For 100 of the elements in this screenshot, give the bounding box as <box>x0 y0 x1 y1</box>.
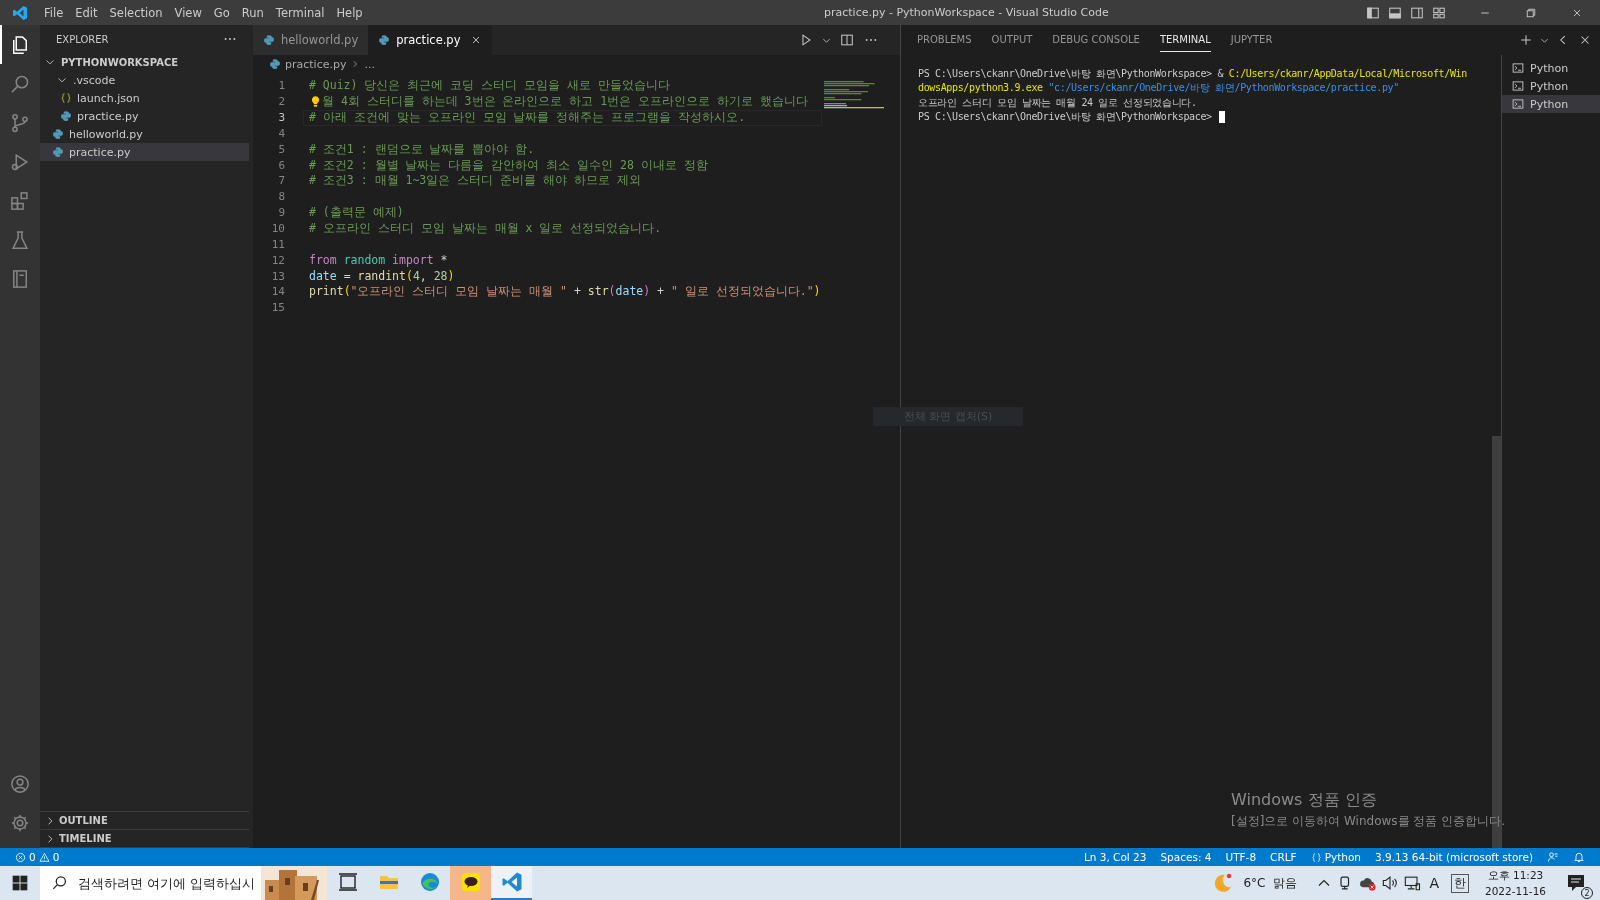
run-debug-icon[interactable] <box>10 151 30 172</box>
weather-condition: 맑음 <box>1273 874 1298 892</box>
panel-tab[interactable]: OUTPUT <box>991 28 1033 52</box>
terminal-line: 오프라인 스터디 모임 날짜는 매월 24 일로 선정되었습니다. <box>918 95 1197 110</box>
terminal-line: PS C:\Users\ckanr\OneDrive\바탕 화면\PythonWorkspace> <box>918 110 1213 125</box>
temperature: 6°C <box>1243 876 1266 890</box>
breadcrumb-item[interactable]: ... <box>364 57 375 71</box>
code-line: 월 4회 스터디를 하는데 3번은 온라인으로 하고 1번은 오프라인으로 하기로 했습니다 <box>322 94 808 110</box>
terminal-line: PS C:\Users\ckanr\OneDrive\바탕 화면\PythonWorkspace> & C:/Users/ckanr/AppData/Local/Microsoft/Win <box>918 67 1467 82</box>
menu-item[interactable]: File <box>38 3 70 22</box>
input-mode-indicator[interactable]: 한 <box>1450 873 1469 893</box>
line-number: 2 <box>277 95 285 109</box>
terminal-icon <box>1512 98 1524 110</box>
terminal-session[interactable]: Python <box>1502 59 1600 77</box>
code-line: # 아래 조건에 맞는 오프라인 모임 날짜를 정해주는 프로그램을 작성하시오. <box>309 110 746 126</box>
search-field[interactable]: 검색하려면 여기에 입력하십시 <box>40 866 261 900</box>
vscode-logo-icon <box>12 4 28 21</box>
taskbar-app[interactable] <box>450 866 491 900</box>
line-number: 14 <box>270 285 285 299</box>
code-line: # 조건1 : 랜덤으로 날짜를 뽑아야 함. <box>309 141 535 157</box>
account-icon[interactable] <box>10 773 30 794</box>
code-line: # 오프라인 스터디 모임 날짜는 매월 x 일로 선정되었습니다. <box>309 221 662 236</box>
code-line: print("오프라인 스터디 모임 날짜는 매월 " + str(date) + " 일로 선정되었습니다.") <box>309 284 821 300</box>
menu-item[interactable]: View <box>168 3 208 22</box>
tree-item[interactable]: .vscode <box>40 71 249 89</box>
warning-icon <box>38 851 50 863</box>
input-mode-indicator[interactable]: A <box>1429 875 1439 891</box>
panel-tab[interactable]: PROBLEMS <box>917 28 972 52</box>
line-number: 6 <box>277 158 285 172</box>
status-item[interactable]: Ln 3, Col 23 <box>1076 851 1154 863</box>
line-number: 1 <box>277 79 285 93</box>
files-icon[interactable] <box>10 34 30 55</box>
panel-tab[interactable]: TERMINAL <box>1159 28 1211 52</box>
panel-tab[interactable]: JUPYTER <box>1230 28 1273 52</box>
line-number: 12 <box>270 253 285 267</box>
code-line: # 조건2 : 월별 날짜는 다름을 감안하여 최소 일수인 28 이내로 정함 <box>309 157 708 173</box>
menu-item[interactable]: Edit <box>69 3 104 22</box>
line-number: 5 <box>277 142 285 156</box>
line-number: 3 <box>277 111 285 125</box>
line-number: 7 <box>277 174 285 188</box>
problems-status[interactable]: 0 0 <box>8 851 67 863</box>
clock-time[interactable]: 오후 11:23 <box>1487 869 1544 883</box>
activation-title: Windows 정품 인증 <box>1231 790 1377 811</box>
flask-icon[interactable] <box>10 229 30 250</box>
line-number: 11 <box>270 237 285 251</box>
activation-text: [설정]으로 이동하여 Windows를 정품 인증합니다. <box>1231 813 1505 830</box>
python-file-icon <box>263 34 275 46</box>
line-number: 13 <box>270 269 285 283</box>
menu-item[interactable]: Go <box>207 3 236 22</box>
code-line: date = randint(4, 28) <box>309 269 455 284</box>
lightbulb-icon[interactable] <box>309 95 322 109</box>
terminal-line: dowsApps/python3.9.exe "c:/Users/ckanr/OneDrive/바탕 화면/PythonWorkspace/practice.py" <box>918 81 1399 96</box>
line-number: 9 <box>277 206 285 220</box>
terminal-session[interactable]: Python <box>1502 77 1600 95</box>
notebook-icon[interactable] <box>10 268 30 289</box>
line-number: 4 <box>277 126 285 140</box>
breadcrumb-item[interactable]: practice.py <box>285 57 347 71</box>
bell-icon[interactable] <box>1573 851 1585 863</box>
braces-icon <box>1310 851 1322 863</box>
editor-tab[interactable]: helloworld.py <box>253 25 369 55</box>
tree-item[interactable]: helloworld.py <box>40 125 249 143</box>
extensions-icon[interactable] <box>10 190 30 211</box>
status-item[interactable]: Spaces: 4 <box>1153 851 1219 863</box>
menu-item[interactable]: Selection <box>103 3 169 22</box>
menu-item[interactable]: Run <box>235 3 270 22</box>
python-file-icon <box>269 58 281 70</box>
search-icon[interactable] <box>10 73 30 94</box>
status-item[interactable]: 3.9.13 64-bit (microsoft store) <box>1368 851 1540 863</box>
editor-tab[interactable]: practice.py <box>368 25 493 55</box>
tree-item[interactable]: PYTHONWORKSPACE <box>40 53 249 71</box>
code-line: from random import * <box>309 253 448 268</box>
branch-icon[interactable] <box>10 112 30 133</box>
terminal-icon <box>1512 80 1524 92</box>
feedback-icon[interactable] <box>1547 851 1559 863</box>
code-line: # (출력문 예제) <box>309 205 404 221</box>
tree-item[interactable]: practice.py <box>40 107 249 125</box>
python-file-icon <box>378 34 391 46</box>
line-number: 10 <box>270 222 285 235</box>
python-file-icon <box>52 146 64 158</box>
settings-icon[interactable] <box>10 812 30 833</box>
menu-item[interactable]: Terminal <box>269 3 331 22</box>
python-file-icon <box>60 110 72 122</box>
tree-item[interactable]: launch.json <box>40 89 249 107</box>
terminal-icon <box>1512 62 1524 74</box>
clock-date[interactable]: 2022-11-16 <box>1484 885 1546 897</box>
status-item[interactable]: Python <box>1303 851 1369 863</box>
sidebar-title: EXPLORER <box>56 33 109 45</box>
tree-item[interactable]: practice.py <box>40 143 249 161</box>
panel-tab[interactable]: DEBUG CONSOLE <box>1052 28 1140 52</box>
menu-item[interactable]: Help <box>330 3 369 22</box>
braces-icon <box>60 92 72 104</box>
section-header[interactable]: OUTLINE <box>40 812 249 830</box>
weather-widget[interactable]: 6°C 맑음 <box>1211 871 1298 895</box>
status-item[interactable]: UTF-8 <box>1218 851 1264 863</box>
code-line: # Quiz) 당신은 최근에 코딩 스터디 모임을 새로 만들었습니다 <box>309 78 670 94</box>
window-title: practice.py - PythonWorkspace - Visual Studio Code <box>823 6 1110 19</box>
line-number: 15 <box>270 301 285 315</box>
code-line: # 조건3 : 매월 1~3일은 스터디 준비를 해야 하므로 제외 <box>309 173 641 189</box>
terminal-session[interactable]: Python <box>1502 95 1600 113</box>
status-item[interactable]: CRLF <box>1263 851 1304 863</box>
